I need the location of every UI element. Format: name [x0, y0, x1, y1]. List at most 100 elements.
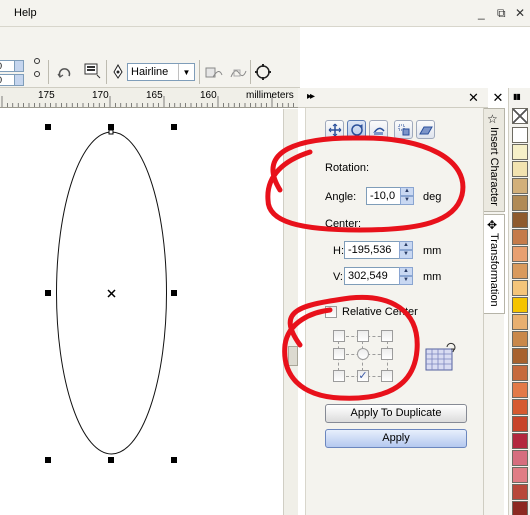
wrap-text-icon[interactable]	[82, 61, 102, 81]
scale-x-spinner[interactable]: 0	[0, 60, 24, 72]
color-swatch[interactable]	[512, 501, 528, 515]
color-swatch[interactable]	[512, 178, 528, 194]
anchor-bottom-right[interactable]	[381, 370, 393, 382]
docker-close-icon[interactable]: ✕	[468, 90, 479, 106]
drawing-canvas[interactable]	[0, 109, 283, 515]
color-swatch[interactable]	[512, 467, 528, 483]
color-swatch[interactable]	[512, 195, 528, 211]
vertical-scrollbar[interactable]	[283, 109, 298, 515]
restore-button[interactable]: ⧉	[497, 6, 506, 21]
color-swatch[interactable]	[512, 229, 528, 245]
apply-to-duplicate-button[interactable]: Apply To Duplicate	[325, 404, 467, 423]
selection-handle[interactable]	[45, 457, 51, 463]
color-swatch[interactable]	[512, 365, 528, 381]
no-color-swatch[interactable]	[512, 108, 528, 124]
relative-center-label: Relative Center	[342, 306, 418, 318]
close-button[interactable]: ✕	[515, 6, 525, 20]
rotate-tool-icon[interactable]	[55, 63, 75, 83]
tab-insert-character[interactable]: ☆ Insert Character	[484, 108, 505, 212]
color-swatch[interactable]	[512, 382, 528, 398]
tab-transformation[interactable]: ✥ Transformation	[484, 214, 505, 314]
position-button[interactable]	[325, 120, 344, 139]
docker-tabs: ☆ Insert Character ✥ Transformation	[483, 108, 505, 515]
color-swatch[interactable]	[512, 331, 528, 347]
size-button[interactable]	[394, 120, 413, 139]
outline-width-select[interactable]: Hairline ▼	[127, 63, 195, 81]
color-swatch[interactable]	[512, 127, 528, 143]
transformation-docker: Rotation: Angle: -10,0 ▲ ▼ deg Center: H…	[305, 108, 483, 515]
color-swatch[interactable]	[512, 484, 528, 500]
relative-center-checkbox[interactable]	[325, 306, 337, 318]
chevron-down-icon[interactable]: ▼	[178, 64, 194, 80]
v-label: V:	[333, 271, 343, 283]
break-apart-icon[interactable]	[228, 63, 248, 83]
scale-button[interactable]	[369, 120, 388, 139]
anchor-bottom-left[interactable]	[333, 370, 345, 382]
docker-collapse-handle[interactable]	[288, 346, 298, 366]
docker-header: ▸▸ ✕	[298, 88, 488, 108]
anchor-bottom-center[interactable]: ✓	[357, 370, 369, 382]
selection-handle[interactable]	[171, 124, 177, 130]
anchor-top-right[interactable]	[381, 330, 393, 342]
selection-handle[interactable]	[108, 457, 114, 463]
selection-handle[interactable]	[45, 124, 51, 130]
skew-icon	[418, 126, 433, 134]
color-swatch[interactable]	[512, 280, 528, 296]
selection-handle[interactable]	[171, 457, 177, 463]
scale-y-spinner[interactable]: 0	[0, 74, 24, 86]
convert-to-curves-icon[interactable]	[204, 63, 224, 83]
center-v-input[interactable]: 302,549	[344, 267, 400, 285]
wireframe-icon[interactable]	[253, 62, 273, 82]
rotate-button[interactable]	[347, 120, 366, 139]
color-swatch[interactable]	[512, 246, 528, 262]
selection-handle[interactable]	[45, 290, 51, 296]
color-swatch[interactable]	[512, 433, 528, 449]
spin-down-icon[interactable]: ▼	[399, 250, 413, 259]
docker-expand-icon[interactable]: ▸▸	[307, 91, 315, 102]
spin-up-icon[interactable]: ▲	[399, 267, 413, 276]
center-h-spinner[interactable]: ▲ ▼	[399, 241, 413, 259]
color-swatch[interactable]	[512, 161, 528, 177]
property-bar: 0 0 Hairline ▼	[0, 27, 300, 88]
spin-down-icon[interactable]: ▼	[399, 276, 413, 285]
spin-down-icon[interactable]: ▼	[400, 196, 414, 205]
color-swatch[interactable]	[512, 416, 528, 432]
center-h-input[interactable]: -195,536	[344, 241, 400, 259]
center-label: Center:	[325, 218, 362, 230]
anchor-top-center[interactable]	[357, 330, 369, 342]
lock-icon[interactable]	[34, 58, 40, 64]
anchor-center[interactable]	[357, 348, 369, 360]
color-swatch[interactable]	[512, 297, 528, 313]
angle-spinner[interactable]: ▲ ▼	[400, 187, 414, 205]
color-swatch[interactable]	[512, 212, 528, 228]
color-swatch[interactable]	[512, 263, 528, 279]
selection-handle[interactable]	[171, 290, 177, 296]
anchor-top-left[interactable]	[333, 330, 345, 342]
selection-handle[interactable]	[108, 124, 114, 130]
color-swatch[interactable]	[512, 348, 528, 364]
ruler-units: millimeters	[246, 90, 294, 101]
skew-button[interactable]	[416, 120, 435, 139]
transform-grid-icon[interactable]	[425, 342, 457, 375]
minimize-button[interactable]: _	[478, 6, 485, 20]
spin-up-icon[interactable]: ▲	[399, 241, 413, 250]
palette-scroll-icon[interactable]: ▮▮	[513, 92, 521, 101]
lock-icon[interactable]	[34, 71, 40, 77]
node-handle[interactable]	[108, 129, 114, 135]
color-swatch[interactable]	[512, 144, 528, 160]
angle-input[interactable]: -10,0	[366, 187, 401, 205]
rotation-title: Rotation:	[325, 162, 370, 174]
tabs-close-icon[interactable]: ✕	[488, 88, 508, 108]
color-swatch[interactable]	[512, 314, 528, 330]
spin-up-icon[interactable]: ▲	[400, 187, 414, 196]
menu-help[interactable]: Help	[14, 7, 37, 19]
apply-button[interactable]: Apply	[325, 429, 467, 448]
anchor-middle-right[interactable]	[381, 348, 393, 360]
color-swatch[interactable]	[512, 399, 528, 415]
color-swatch[interactable]	[512, 450, 528, 466]
anchor-middle-left[interactable]	[333, 348, 345, 360]
center-marker	[107, 289, 116, 298]
outline-pen-icon[interactable]	[108, 62, 128, 82]
center-v-spinner[interactable]: ▲ ▼	[399, 267, 413, 285]
separator	[48, 60, 49, 84]
